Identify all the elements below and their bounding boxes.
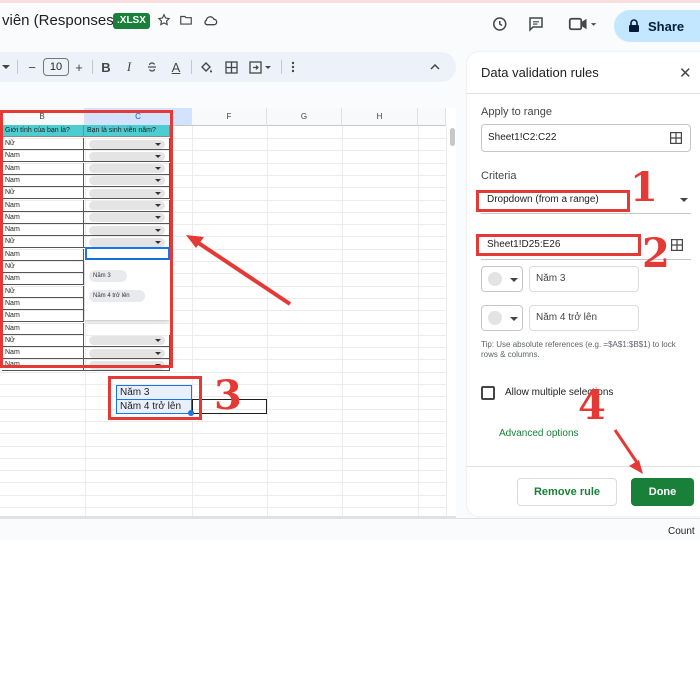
borders-icon[interactable]	[223, 58, 239, 76]
annotation-box-step-1	[476, 190, 630, 212]
chevron-down-icon	[510, 278, 518, 282]
spreadsheet-grid[interactable]: B C F G H Giới tính của bạn là? Bạn là s…	[0, 108, 456, 521]
chevron-down-icon	[680, 198, 688, 202]
grid-row-line	[0, 507, 446, 508]
italic-button[interactable]: I	[122, 58, 136, 76]
zoom-dropdown-caret[interactable]	[2, 65, 10, 69]
select-range-icon[interactable]	[670, 132, 682, 144]
toolbar-divider	[92, 60, 93, 74]
merge-cells-icon[interactable]	[248, 58, 274, 76]
absolute-reference-tip: Tip: Use absolute references (e.g. =$A$1…	[481, 340, 676, 359]
comment-icon[interactable]	[526, 14, 546, 34]
column-header-g[interactable]: G	[267, 108, 342, 126]
toolbar-divider	[191, 60, 192, 74]
grid-column-line	[418, 126, 419, 518]
done-button[interactable]: Done	[631, 478, 694, 506]
chevron-down-icon	[510, 317, 518, 321]
annotation-box-step-3a	[0, 110, 173, 368]
apply-range-input[interactable]: Sheet1!C2:C22	[481, 124, 691, 152]
grid-row-line	[0, 433, 446, 435]
criteria-label: Criteria	[481, 170, 517, 182]
close-icon[interactable]: ✕	[679, 64, 692, 82]
grid-row-line	[0, 470, 446, 472]
apply-range-value: Sheet1!C2:C22	[488, 132, 557, 143]
fill-color-icon[interactable]	[198, 58, 214, 76]
move-folder-icon[interactable]	[176, 10, 196, 30]
option-color-picker-1[interactable]	[481, 266, 523, 292]
option-value-2[interactable]: Năm 4 trở lên	[529, 305, 639, 331]
cloud-status-icon[interactable]	[200, 10, 220, 30]
status-bar: Count	[0, 518, 700, 540]
more-options-icon[interactable]	[288, 58, 298, 76]
text-color-button[interactable]: A	[168, 58, 184, 76]
color-swatch	[488, 311, 502, 325]
column-header-f[interactable]: F	[192, 108, 267, 126]
panel-divider	[467, 93, 700, 94]
history-icon[interactable]	[489, 14, 509, 34]
top-border	[0, 0, 700, 3]
allow-multiple-label: Allow multiple selections	[505, 387, 614, 398]
panel-divider	[467, 466, 700, 467]
grid-column-line	[446, 126, 447, 518]
grid-row-line	[0, 384, 446, 385]
source-cell-e26[interactable]	[192, 399, 267, 414]
font-size-input[interactable]: 10	[43, 58, 69, 76]
bold-button[interactable]: B	[99, 58, 113, 76]
grid-row-line	[0, 482, 446, 484]
sheets-app: viên (Responses) .XLSX Share − 10 + B I …	[0, 0, 700, 540]
advanced-options-toggle[interactable]: Advanced options	[499, 428, 579, 439]
lock-icon	[629, 19, 639, 32]
panel-title: Data validation rules	[481, 65, 599, 80]
allow-multiple-checkbox[interactable]	[481, 386, 495, 400]
grid-column-line	[192, 126, 193, 518]
count-label[interactable]: Count	[668, 526, 695, 537]
option-value-1[interactable]: Năm 3	[529, 266, 639, 292]
grid-row-line	[0, 457, 446, 459]
column-header-h[interactable]: H	[342, 108, 418, 126]
apply-range-label: Apply to range	[481, 106, 552, 118]
strikethrough-icon[interactable]	[145, 58, 159, 76]
star-icon[interactable]	[154, 10, 174, 30]
data-validation-panel: Data validation rules ✕ Apply to range S…	[467, 52, 700, 516]
toolbar-divider	[281, 60, 282, 74]
grid-row-line	[0, 371, 446, 373]
annotation-box-step-3b	[108, 376, 202, 420]
option-color-picker-2[interactable]	[481, 305, 523, 331]
decrease-font-button[interactable]: −	[26, 58, 38, 76]
grid-column-line	[267, 126, 268, 518]
share-button[interactable]: Share	[614, 10, 700, 42]
file-type-badge: .XLSX	[113, 13, 150, 29]
color-swatch	[488, 272, 502, 286]
annotation-box-step-2	[476, 234, 641, 256]
grid-row-line	[0, 494, 446, 496]
remove-rule-button[interactable]: Remove rule	[517, 478, 617, 506]
share-label: Share	[648, 18, 685, 34]
meet-icon[interactable]	[566, 14, 600, 34]
doc-title[interactable]: viên (Responses)	[2, 12, 119, 29]
formatting-toolbar: − 10 + B I A	[0, 52, 456, 82]
grid-row-line	[0, 396, 446, 398]
column-header-i[interactable]	[418, 108, 446, 126]
collapse-toolbar-icon[interactable]	[428, 58, 442, 76]
grid-column-line	[342, 126, 343, 518]
vertical-scrollbar[interactable]	[450, 128, 455, 146]
toolbar-divider	[17, 60, 18, 74]
screenshot-frame: viên (Responses) .XLSX Share − 10 + B I …	[0, 0, 700, 700]
select-range-icon[interactable]	[671, 239, 683, 251]
increase-font-button[interactable]: +	[73, 58, 85, 76]
grid-row-line	[0, 420, 446, 422]
grid-row-line	[0, 445, 446, 447]
